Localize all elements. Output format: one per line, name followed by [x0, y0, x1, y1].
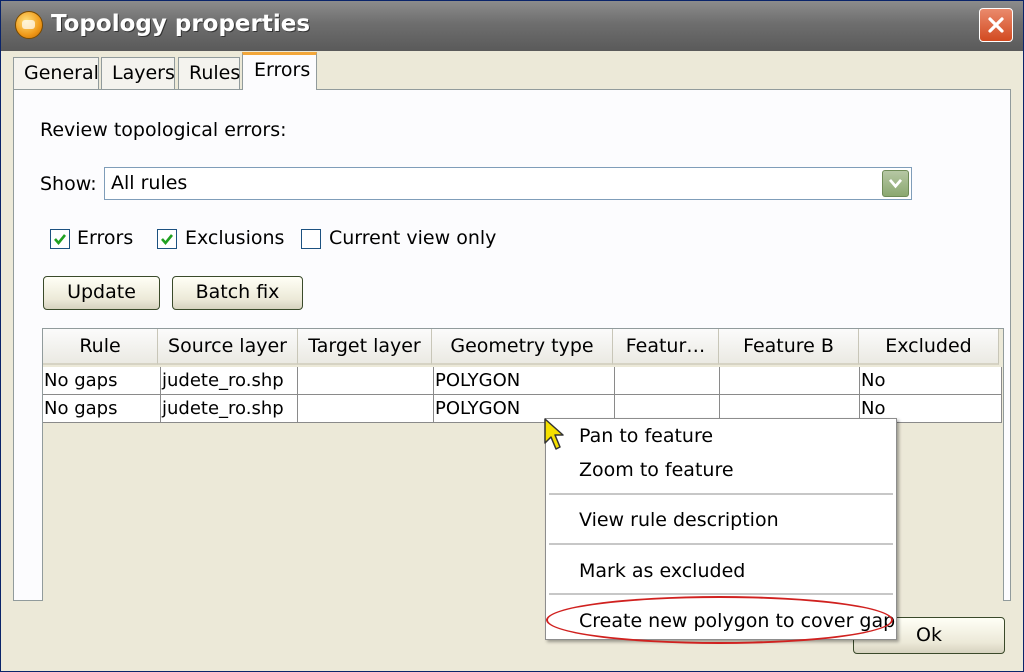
- table-cell: No gaps: [43, 367, 161, 395]
- show-rule-select[interactable]: All rules: [104, 167, 912, 200]
- title-bar[interactable]: Topology properties: [1, 1, 1023, 51]
- menu-item-create-new-polygon[interactable]: Create new polygon to cover gap: [579, 610, 895, 632]
- errors-checkbox[interactable]: [50, 229, 70, 249]
- tab-rules[interactable]: Rules: [178, 57, 240, 89]
- exclusions-checkbox[interactable]: [157, 229, 177, 249]
- table-cell: [298, 395, 434, 423]
- table-cell: No gaps: [43, 395, 161, 423]
- column-header-feature-a[interactable]: Featur…: [613, 329, 719, 365]
- context-menu: Pan to feature Zoom to feature View rule…: [545, 418, 897, 640]
- tab-errors[interactable]: Errors: [242, 52, 317, 90]
- review-heading: Review topological errors:: [40, 119, 287, 141]
- tab-layers[interactable]: Layers: [101, 57, 175, 89]
- show-label: Show:: [40, 173, 97, 195]
- menu-separator: [549, 543, 893, 545]
- errors-checkbox-label: Errors: [77, 227, 134, 249]
- column-header-target-layer[interactable]: Target layer: [298, 329, 432, 365]
- table-cell: judete_ro.shp: [161, 367, 298, 395]
- current-view-only-checkbox[interactable]: [301, 229, 321, 249]
- current-view-only-label: Current view only: [329, 227, 497, 249]
- update-button[interactable]: Update: [43, 276, 160, 310]
- menu-item-mark-as-excluded[interactable]: Mark as excluded: [579, 560, 745, 582]
- topology-properties-window: Topology properties General Layers Rules…: [0, 0, 1024, 672]
- menu-item-view-rule-description[interactable]: View rule description: [579, 509, 779, 531]
- column-header-geometry-type[interactable]: Geometry type: [432, 329, 613, 365]
- column-header-source-layer[interactable]: Source layer: [158, 329, 298, 365]
- tab-general[interactable]: General: [13, 57, 99, 89]
- table-cell: [298, 367, 434, 395]
- exclusions-checkbox-label: Exclusions: [185, 227, 285, 249]
- mouse-cursor-icon: [544, 418, 564, 450]
- close-icon: [988, 17, 1004, 33]
- batch-fix-button[interactable]: Batch fix: [172, 276, 303, 310]
- table-cell: judete_ro.shp: [161, 395, 298, 423]
- table-cell: POLYGON: [434, 367, 615, 395]
- table-cell: [615, 367, 720, 395]
- column-header-feature-b[interactable]: Feature B: [719, 329, 859, 365]
- column-header-rule[interactable]: Rule: [43, 329, 158, 365]
- table-cell: [720, 367, 860, 395]
- window-title: Topology properties: [51, 11, 311, 37]
- checkmark-icon: [54, 234, 67, 246]
- table-row[interactable]: No gaps judete_ro.shp POLYGON No: [43, 367, 1002, 395]
- menu-item-pan-to-feature[interactable]: Pan to feature: [579, 425, 713, 447]
- chevron-down-icon: [888, 178, 903, 189]
- menu-separator: [549, 593, 893, 595]
- table-cell: No: [860, 367, 1002, 395]
- menu-item-zoom-to-feature[interactable]: Zoom to feature: [579, 459, 734, 481]
- column-header-excluded[interactable]: Excluded: [859, 329, 999, 365]
- close-button[interactable]: [979, 8, 1013, 42]
- app-logo-icon: [15, 11, 43, 39]
- combo-dropdown-button[interactable]: [882, 170, 909, 197]
- checkmark-icon: [161, 234, 174, 246]
- menu-separator: [549, 493, 893, 495]
- show-rule-select-value: All rules: [111, 172, 188, 194]
